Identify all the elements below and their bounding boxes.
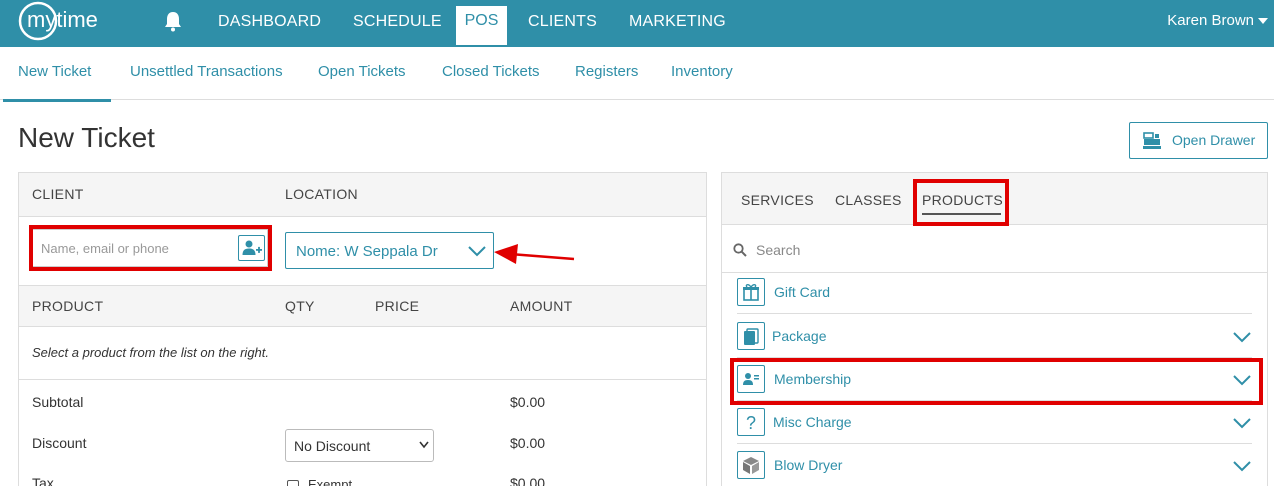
cash-register-icon [1143,132,1161,149]
annotation-arrow [494,244,575,264]
discount-select[interactable]: No Discount [285,429,434,462]
catalog-item-blow-dryer[interactable]: Blow Dryer [737,444,1252,486]
tax-exempt-checkbox[interactable] [287,480,299,486]
chevron-down-icon[interactable] [1233,418,1251,429]
col-price: PRICE [375,298,420,314]
catalog-item-label: Gift Card [774,284,831,300]
chevron-down-icon[interactable] [1233,461,1251,472]
catalog-panel: SERVICES CLASSES PRODUCTS Gift Card [721,172,1268,486]
caret-down-icon [1258,18,1268,25]
subnav-inventory[interactable]: Inventory [671,63,733,80]
box-icon [737,451,765,479]
package-icon [737,322,765,350]
svg-text:?: ? [746,413,756,433]
catalog-item-label: Blow Dryer [774,457,843,473]
nav-clients[interactable]: CLIENTS [528,13,597,31]
divider [19,379,706,380]
gift-icon [737,278,765,306]
open-drawer-button[interactable]: Open Drawer [1129,122,1268,159]
pos-subnav: New Ticket Unsettled Transactions Open T… [0,47,1274,102]
subtotal-label: Subtotal [32,394,84,410]
active-tab-indicator [3,99,111,102]
nav-dashboard[interactable]: DASHBOARD [218,13,321,31]
mytime-logo[interactable]: mytime [18,1,122,41]
top-nav-bar: mytime DASHBOARD SCHEDULE POS CLIENTS MA… [0,0,1274,47]
nav-pos[interactable]: POS [456,6,507,45]
subnav-unsettled-transactions[interactable]: Unsettled Transactions [130,63,283,80]
subtotal-value: $0.00 [510,394,546,410]
product-table-header: PRODUCT QTY PRICE AMOUNT [19,285,706,327]
user-menu[interactable]: Karen Brown [1167,12,1268,29]
tab-services[interactable]: SERVICES [741,192,814,208]
ticket-panel: CLIENT LOCATION Nome: W Seppala Dr PRODU… [18,172,707,486]
client-highlight-box [29,225,272,271]
location-select[interactable]: Nome: W Seppala Dr [285,232,494,269]
catalog-item-gift-card[interactable]: Gift Card [737,271,1252,314]
tax-value: $0.00 [510,475,546,486]
catalog-item-misc-charge[interactable]: ? Misc Charge [737,401,1252,444]
nav-schedule[interactable]: SCHEDULE [353,13,442,31]
catalog-search-input[interactable] [752,236,1152,264]
subnav-registers[interactable]: Registers [575,63,638,80]
subnav-open-tickets[interactable]: Open Tickets [318,63,406,80]
col-amount: AMOUNT [510,298,573,314]
tab-classes[interactable]: CLASSES [835,192,902,208]
catalog-item-label: Misc Charge [773,414,852,430]
catalog-item-package[interactable]: Package [737,315,1252,358]
svg-text:mytime: mytime [27,7,98,32]
tax-label: Tax [32,475,54,486]
client-location-header: CLIENT LOCATION [19,173,706,217]
catalog-item-label: Package [772,328,827,344]
discount-value: $0.00 [510,435,546,451]
page-title: New Ticket [18,122,155,153]
tax-exempt-label: Exempt [308,477,353,486]
location-value: Nome: W Seppala Dr [296,243,438,260]
catalog-search [722,226,1267,273]
client-header: CLIENT [32,186,84,202]
question-mark-icon: ? [737,408,765,436]
subnav-closed-tickets[interactable]: Closed Tickets [442,63,540,80]
col-qty: QTY [285,298,315,314]
location-header: LOCATION [285,186,358,202]
products-tab-highlight-box [913,179,1009,226]
bell-icon[interactable] [163,10,183,32]
subnav-new-ticket[interactable]: New Ticket [18,63,91,80]
open-drawer-label: Open Drawer [1172,132,1256,148]
empty-ticket-message: Select a product from the list on the ri… [32,345,270,360]
chevron-down-icon[interactable] [1233,332,1251,343]
nav-marketing[interactable]: MARKETING [629,13,726,31]
user-name: Karen Brown [1167,12,1254,29]
discount-label: Discount [32,435,87,451]
search-icon [733,243,747,257]
discount-select-value: No Discount [294,438,371,454]
select-arrow-icon [419,441,429,449]
col-product: PRODUCT [32,298,104,314]
membership-highlight-box [730,358,1263,405]
